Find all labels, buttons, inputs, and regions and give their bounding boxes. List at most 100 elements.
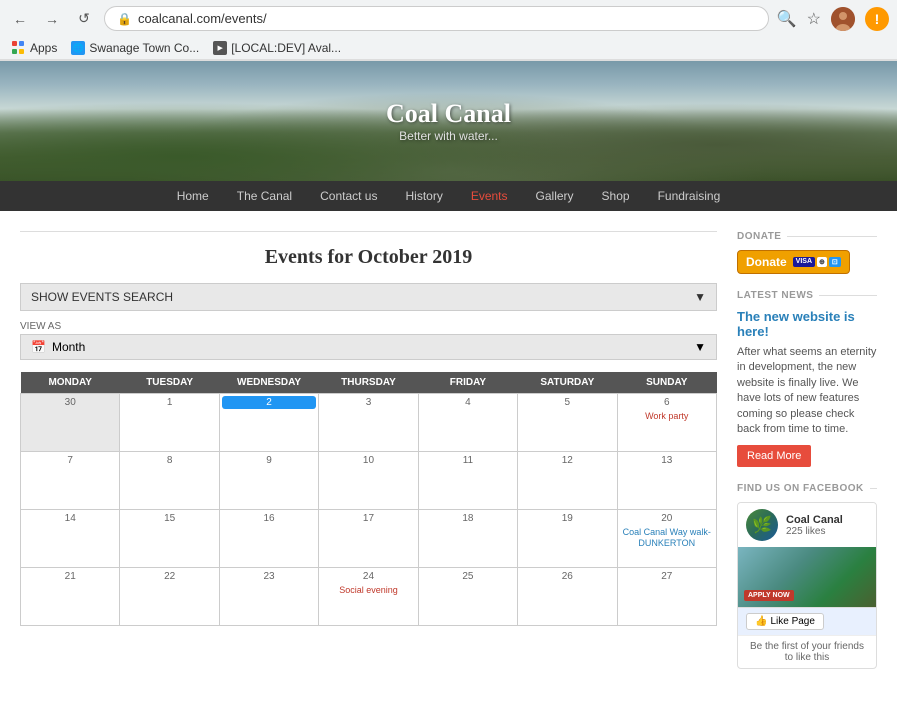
calendar-day[interactable]: 5 [518,394,617,452]
calendar-day[interactable]: 6 Work party [617,394,716,452]
nav-fundraising[interactable]: Fundraising [644,181,735,211]
nav-home[interactable]: Home [163,181,223,211]
day-number: 11 [421,454,515,467]
day-number: 2 [222,396,316,409]
nav-shop[interactable]: Shop [588,181,644,211]
swanage-favicon: 🌐 [71,41,85,55]
day-number: 20 [620,512,714,525]
apply-now-badge[interactable]: APPLY NOW [744,590,794,601]
calendar-day[interactable]: 7 [21,452,120,510]
calendar-day[interactable]: 23 [219,568,318,626]
fb-like-button[interactable]: 👍 Like Page [746,613,824,630]
day-number: 8 [122,454,216,467]
forward-button[interactable]: → [40,7,64,31]
view-as-dropdown-icon: ▼ [694,340,706,354]
calendar-day[interactable]: 12 [518,452,617,510]
calendar-day[interactable]: 21 [21,568,120,626]
calendar-day[interactable]: 16 [219,510,318,568]
fb-avatar-image: 🌿 [746,509,778,541]
calendar-day[interactable]: 13 [617,452,716,510]
day-number: 6 [620,396,714,409]
donate-button[interactable]: Donate VISA ⊕ ⊡ [737,250,850,274]
nav-events[interactable]: Events [457,181,522,211]
day-number: 17 [321,512,415,525]
calendar-day[interactable]: 14 [21,510,120,568]
nav-contact[interactable]: Contact us [306,181,391,211]
calendar-day[interactable]: 24Social evening [319,568,418,626]
card-icons: VISA ⊕ ⊡ [793,257,841,267]
site-navigation: Home The Canal Contact us History Events… [0,181,897,211]
day-number: 1 [122,396,216,409]
calendar-day[interactable]: 20 Coal Canal Way walk- DUNKERTON [617,510,716,568]
calendar-day[interactable]: 22 [120,568,219,626]
back-button[interactable]: ← [8,7,32,31]
day-number: 5 [520,396,614,409]
user-avatar[interactable] [831,7,855,31]
calendar-day[interactable]: 25 [418,568,517,626]
day-number: 26 [520,570,614,583]
content-area: Events for October 2019 SHOW EVENTS SEAR… [20,231,737,685]
main-layout: Events for October 2019 SHOW EVENTS SEAR… [0,211,897,705]
calendar-day[interactable]: 1 [120,394,219,452]
calendar-day[interactable]: 3 [319,394,418,452]
calendar-event[interactable]: Work party [620,411,714,422]
read-more-button[interactable]: Read More [737,445,811,467]
col-saturday: SATURDAY [518,372,617,394]
calendar-day[interactable]: 27 [617,568,716,626]
calendar-day[interactable]: 9 [219,452,318,510]
site-wrapper: Coal Canal Better with water... Home The… [0,61,897,705]
day-number: 16 [222,512,316,525]
events-page-title: Events for October 2019 [20,246,717,269]
calendar-day[interactable]: 11 [418,452,517,510]
apps-label: Apps [30,41,57,55]
calendar-event[interactable]: Coal Canal Way walk- DUNKERTON [620,527,714,549]
localdev-bookmark[interactable]: ▶ [LOCAL:DEV] Aval... [213,41,341,55]
address-bar[interactable]: 🔒 coalcanal.com/events/ [104,6,769,31]
swanage-bookmark[interactable]: 🌐 Swanage Town Co... [71,41,199,55]
top-divider [20,231,717,232]
bookmark-star-icon[interactable]: ☆ [807,9,821,29]
calendar-day[interactable]: 17 [319,510,418,568]
news-body: After what seems an eternity in developm… [737,345,877,437]
col-friday: FRIDAY [418,372,517,394]
fb-header: 🌿 Coal Canal 225 likes [738,503,876,547]
show-events-search-bar[interactable]: SHOW EVENTS SEARCH ▼ [20,283,717,311]
refresh-button[interactable]: ↺ [72,7,96,31]
calendar-day[interactable]: 30 [21,394,120,452]
search-icon[interactable]: 🔍 [777,9,797,29]
calendar-day[interactable]: 19 [518,510,617,568]
calendar-day[interactable]: 15 [120,510,219,568]
day-number: 7 [23,454,117,467]
warning-icon[interactable]: ! [865,7,889,31]
nav-gallery[interactable]: Gallery [522,181,588,211]
calendar-day[interactable]: 18 [418,510,517,568]
localdev-favicon: ▶ [213,41,227,55]
calendar-day[interactable]: 4 [418,394,517,452]
calendar-header-row: MONDAY TUESDAY WEDNESDAY THURSDAY FRIDAY… [21,372,717,394]
col-monday: MONDAY [21,372,120,394]
calendar-day[interactable]: 26 [518,568,617,626]
calendar-day[interactable]: 2 [219,394,318,452]
calendar-day[interactable]: 8 [120,452,219,510]
day-number: 27 [620,570,714,583]
day-number: 9 [222,454,316,467]
news-headline-link[interactable]: The new website is here! [737,309,877,339]
view-as-select[interactable]: 📅 Month ▼ [20,334,717,360]
amex-icon: ⊡ [829,257,841,267]
donate-label: Donate [746,255,787,269]
nav-history[interactable]: History [391,181,456,211]
calendar-week-2: 141516 17181920 Coal Canal Way walk- DUNKE… [21,510,717,568]
calendar-day[interactable]: 10 [319,452,418,510]
calendar-event[interactable]: Social evening [321,585,415,596]
donate-section: DONATE Donate VISA ⊕ ⊡ [737,231,877,274]
apps-bookmark[interactable]: Apps [12,41,57,55]
sidebar: DONATE Donate VISA ⊕ ⊡ LATEST NEWS The n… [737,231,877,685]
nav-canal[interactable]: The Canal [223,181,306,211]
lock-icon: 🔒 [117,12,132,26]
calendar-icon: 📅 [31,340,46,354]
fb-like-label: Like Page [770,616,814,627]
day-number: 21 [23,570,117,583]
fb-like-section: 👍 Like Page [738,607,876,635]
calendar-week-1: 78910111213 [21,452,717,510]
day-number: 25 [421,570,515,583]
